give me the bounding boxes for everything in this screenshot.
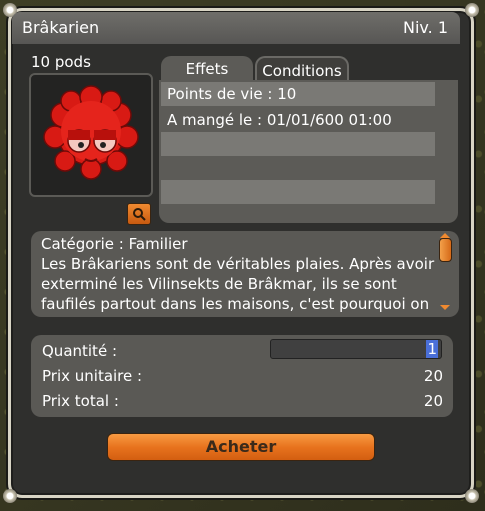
scroll-thumb[interactable] [439, 238, 452, 262]
description-text: Catégorie : Familier Les Brâkariens sont… [41, 234, 439, 314]
effect-row-empty [161, 132, 435, 156]
item-description: Les Brâkariens sont de véritables plaies… [41, 255, 435, 313]
tab-conditions[interactable]: Conditions [255, 56, 349, 82]
quantity-label: Quantité : [42, 342, 117, 360]
corner-ornament [465, 489, 479, 503]
quantity-value: 1 [426, 340, 438, 358]
effect-row: Points de vie : 10 [161, 82, 435, 106]
buy-button[interactable]: Acheter [107, 433, 375, 461]
item-category: Catégorie : Familier [41, 235, 188, 253]
scroll-down-arrow-icon[interactable] [440, 305, 450, 310]
unit-price-value: 20 [423, 367, 443, 385]
total-price-label: Prix total : [42, 392, 119, 410]
zoom-button[interactable] [127, 203, 151, 225]
title-bar[interactable]: Brâkarien Niv. 1 [12, 12, 460, 44]
description-panel: Catégorie : Familier Les Brâkariens sont… [31, 231, 459, 317]
item-level: Niv. 1 [403, 18, 448, 37]
quantity-input[interactable]: 1 [270, 339, 442, 359]
effect-row: A mangé le : 01/01/600 01:00 [167, 111, 392, 129]
unit-price-label: Prix unitaire : [42, 367, 143, 385]
effect-row-empty [161, 180, 435, 204]
item-portrait [29, 73, 153, 197]
tab-effets[interactable]: Effets [161, 56, 253, 82]
total-price-value: 20 [423, 392, 443, 410]
magnifier-icon [133, 208, 146, 221]
price-panel: Quantité : 1 Prix unitaire : 20 Prix tot… [31, 335, 453, 417]
item-name: Brâkarien [22, 18, 100, 37]
corner-ornament [465, 3, 479, 17]
red-pet-creature-icon [43, 85, 139, 180]
corner-ornament [3, 489, 17, 503]
effect-row-empty [161, 156, 435, 180]
effects-panel: Points de vie : 10 A mangé le : 01/01/60… [159, 80, 458, 223]
item-weight: 10 pods [31, 53, 91, 71]
